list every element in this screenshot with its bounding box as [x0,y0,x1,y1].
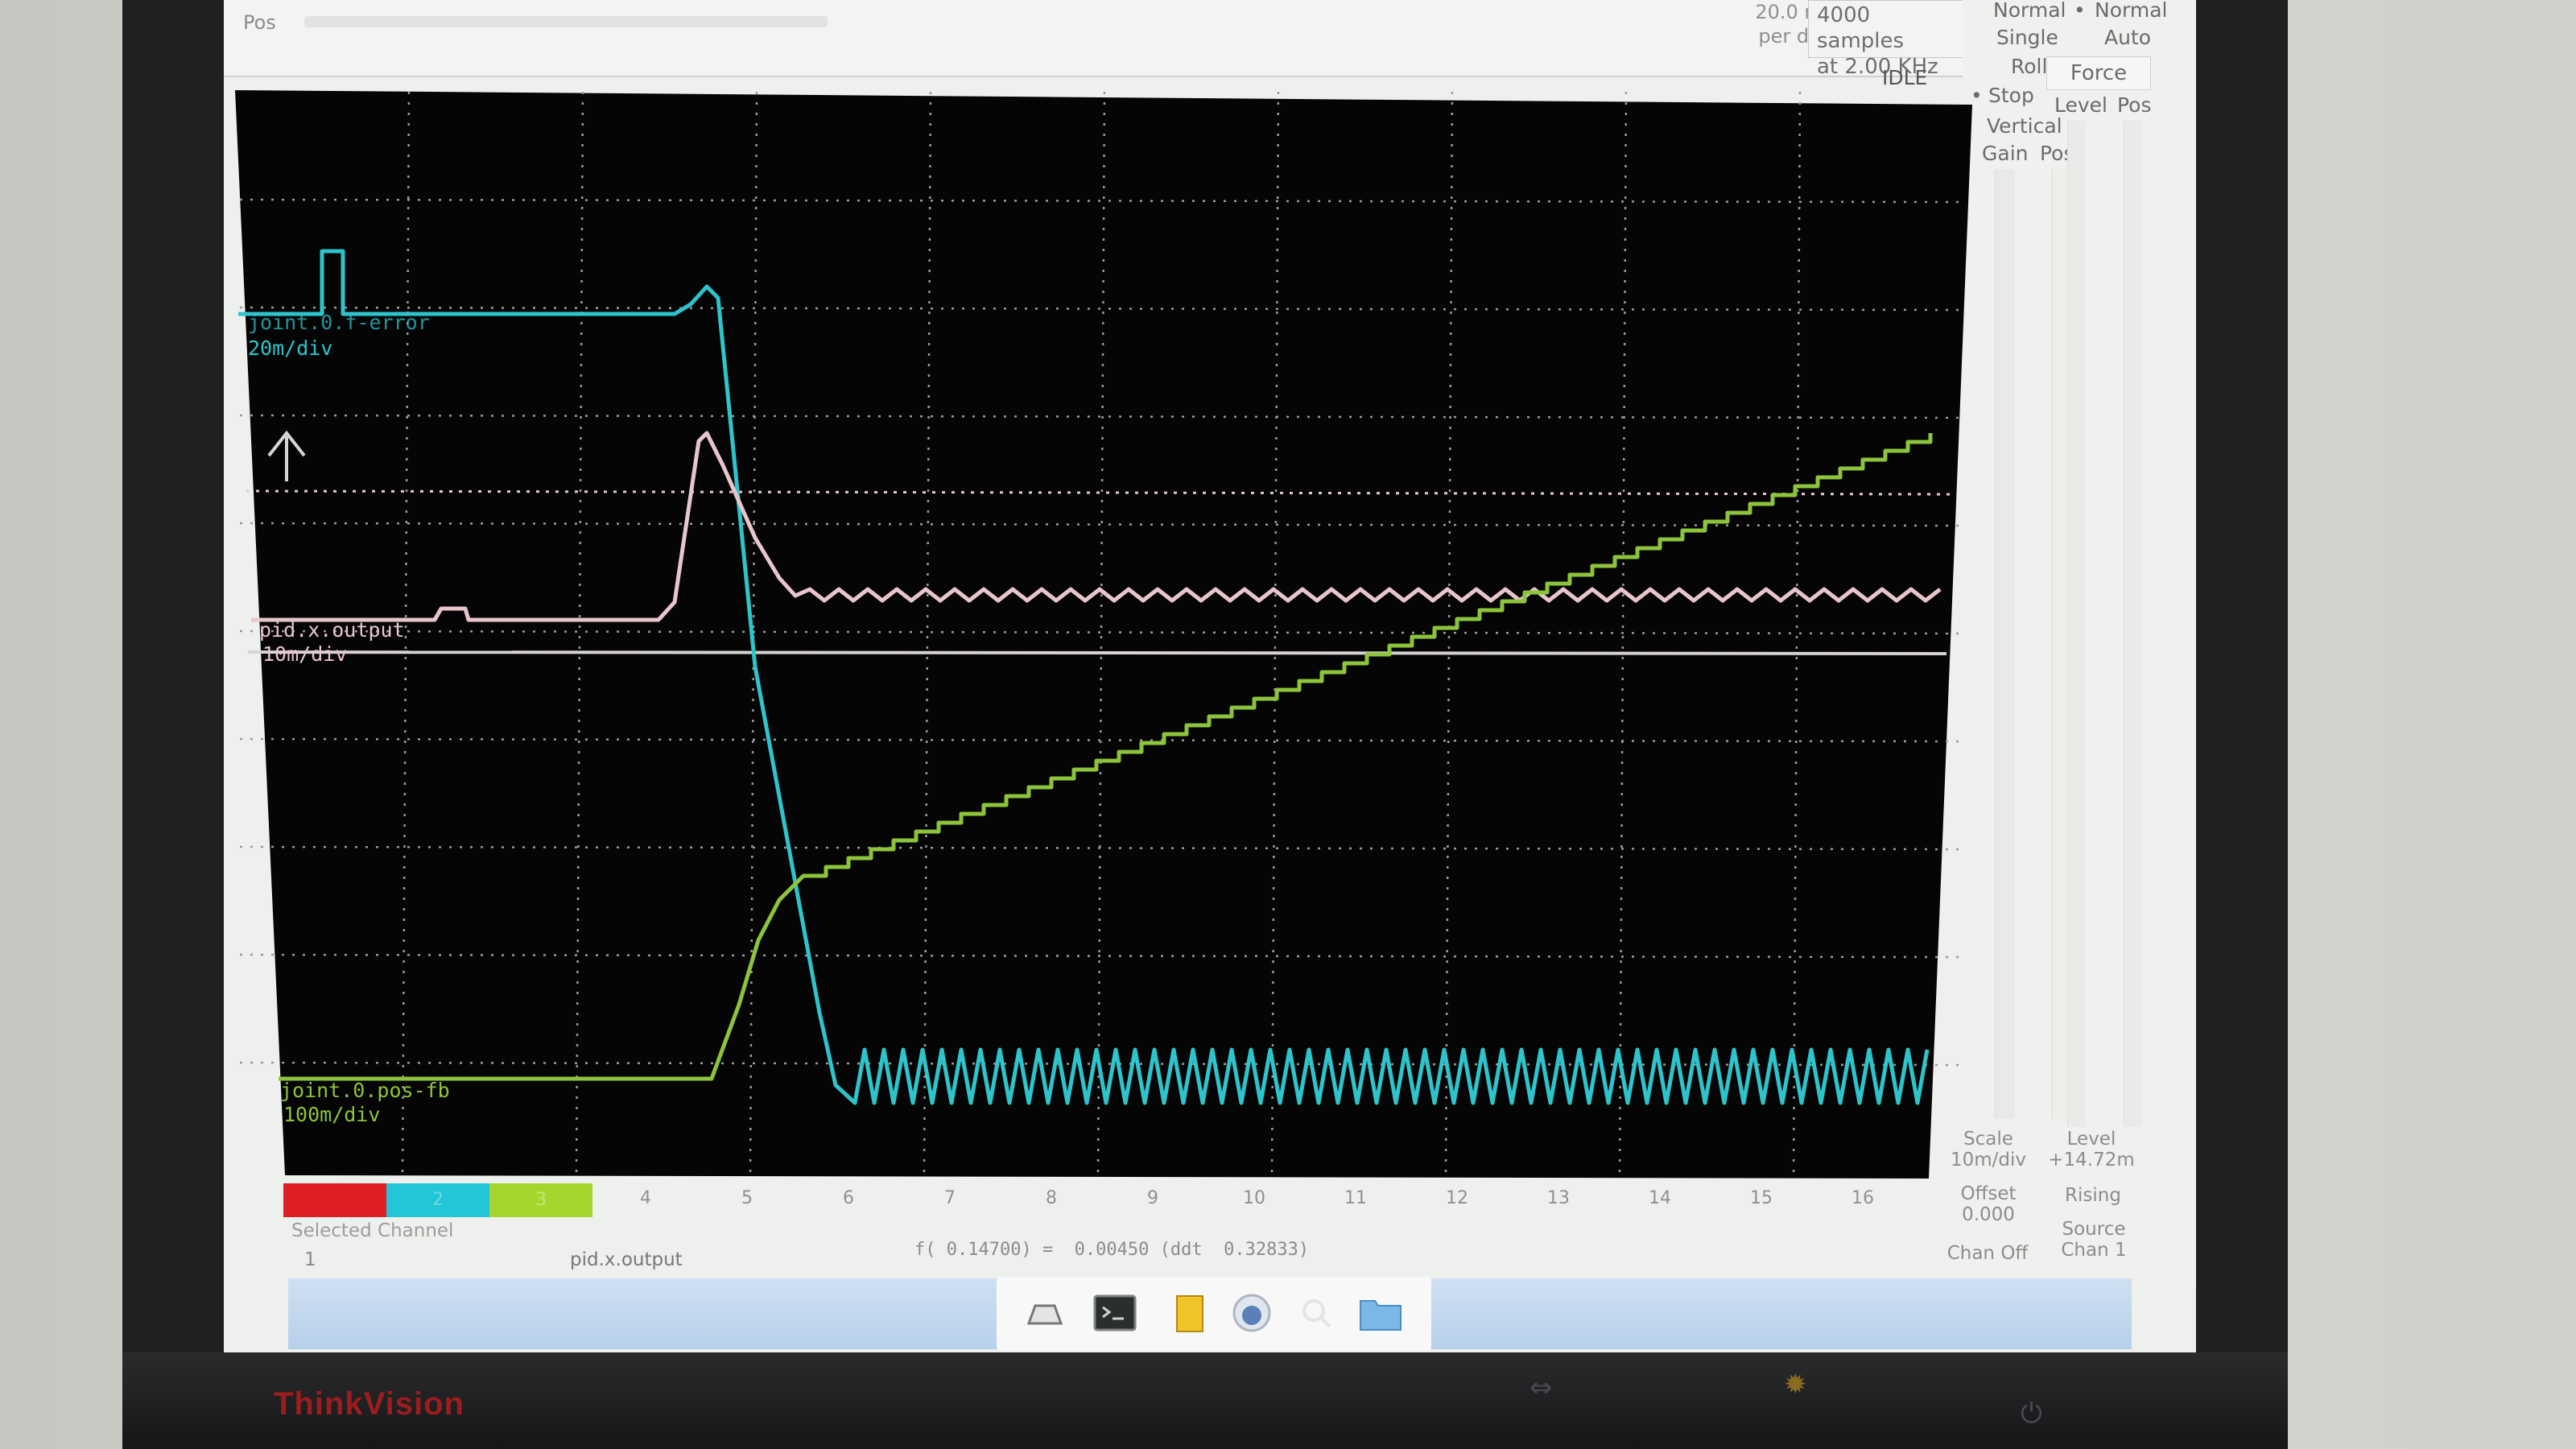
offset-label: Offset [1960,1183,2017,1204]
baseline-line [247,650,1947,655]
power-icon[interactable]: ⏻ [2021,1397,2042,1430]
notes-icon[interactable] [1166,1291,1212,1335]
horizontal-pos-label: Pos [243,11,276,34]
trace-scale-pos-fb: 100m/div [283,1103,381,1126]
app-dock [997,1277,1431,1351]
scale-value: 10m/div [1950,1150,2027,1170]
x-tick-label: 10 [1243,1188,1265,1208]
trace-label-pos-fb: joint.0.pos-fb [280,1079,450,1102]
run-mode-roll[interactable]: Roll [2011,55,2047,78]
trace-scale-f-error: 20m/div [248,336,333,360]
x-tick-label: 9 [1147,1188,1158,1208]
channel-2-button[interactable]: 2 [386,1183,489,1217]
run-mode-single[interactable]: Single [1996,26,2058,49]
trigger-mode-auto[interactable]: Auto [2104,26,2151,49]
scale-label: Scale [1963,1129,2013,1150]
x-tick-label: 5 [741,1188,753,1208]
vertical-offset-box[interactable]: Offset 0.000 [1940,1183,2037,1225]
chan-off-button[interactable]: Chan Off [1935,1243,2040,1264]
trace-label-pid-output: pid.x.output [259,618,405,642]
folder-icon[interactable] [1357,1291,1404,1335]
x-tick-label: 7 [944,1188,956,1208]
halscope-window: Pos 20.0 mSec per div 4000 samples at 2.… [224,0,2196,1352]
force-trigger-button[interactable]: Force [2046,56,2151,90]
channel-1-button[interactable]: 1 [283,1183,386,1217]
channel-2-number: 2 [432,1190,444,1210]
brand-logo: ThinkVision [274,1386,464,1422]
trace-label-f-error: joint.0.f-error [248,311,430,334]
x-tick-label: 11 [1344,1188,1367,1208]
input-switch-icon[interactable]: ⇔ [1530,1372,1553,1404]
x-tick-label: 6 [843,1188,854,1208]
x-tick-label: 8 [1046,1188,1057,1208]
search-icon[interactable] [1293,1291,1340,1335]
trigger-level-box[interactable]: Level +14.72m [2035,1129,2148,1170]
vertical-scale-box[interactable]: Scale 10m/div [1940,1129,2037,1170]
terminal-icon[interactable] [1092,1291,1138,1335]
trigger-level-value: +14.72m [2048,1150,2135,1170]
channel-3-number: 3 [535,1190,547,1210]
channel-3-button[interactable]: 3 [489,1183,592,1217]
acquire-status: IDLE [1882,66,1928,89]
trigger-mode-normal[interactable]: Normal [2095,0,2167,22]
show-desktop-icon[interactable] [1021,1291,1067,1335]
x-tick-label: 14 [1649,1188,1671,1208]
x-tick-label: 4 [640,1188,651,1208]
offset-value: 0.000 [1962,1204,2015,1225]
plot-background [235,90,1972,1179]
browser-icon[interactable] [1228,1291,1275,1335]
sample-count: 4000 samples [1817,3,1905,53]
brightness-icon[interactable]: ✹ [1784,1368,1807,1401]
x-tick-label: 15 [1750,1188,1773,1208]
x-tick-label: 13 [1547,1188,1570,1208]
selected-channel-name: pid.x.output [570,1249,683,1270]
x-tick-label: 16 [1852,1188,1874,1208]
channel-1-number: 1 [329,1190,341,1210]
sample-rate-box: 4000 samples at 2.00 KHz [1808,0,1969,79]
trigger-edge-button[interactable]: Rising [2045,1185,2141,1206]
source-label: Source [2062,1219,2126,1240]
scope-display: joint.0.f-error 20m/div pid.x.output 10m… [224,87,2196,1182]
waveform-plot[interactable] [224,87,2196,1182]
selected-channel-label: Selected Channel [291,1220,454,1241]
selected-channel-number: 1 [304,1249,316,1270]
trigger-mode-normal-radio[interactable]: • [2074,0,2086,22]
trigger-source-box[interactable]: Source Chan 1 [2041,1219,2146,1261]
trigger-level-label: Level [2066,1129,2116,1150]
horizontal-pos-slider[interactable] [304,16,828,27]
source-value: Chan 1 [2061,1240,2127,1261]
cursor-readout: f( 0.14700) = 0.00450 (ddt 0.32833) [914,1240,1310,1260]
run-mode-normal[interactable]: Normal [1993,0,2066,22]
x-tick-label: 12 [1446,1188,1468,1208]
trace-scale-pid-output: 10m/div [262,642,348,666]
